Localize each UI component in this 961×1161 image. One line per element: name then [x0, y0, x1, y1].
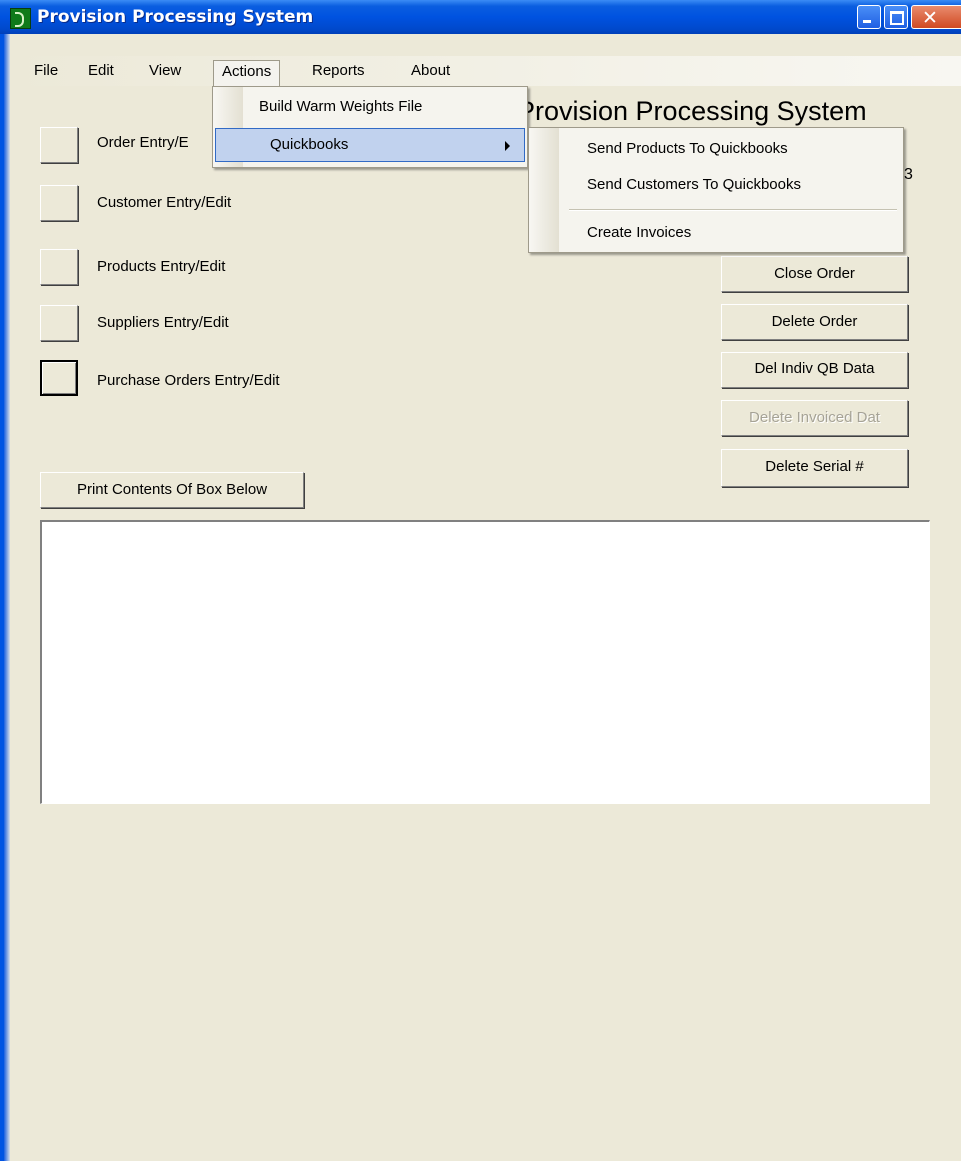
window-left-border-inner [4, 0, 10, 1161]
close-button[interactable]: ✕ [911, 5, 961, 29]
menu-bar: File Edit View Actions Reports About [10, 34, 961, 86]
products-entry-button[interactable] [40, 249, 78, 285]
order-entry-button[interactable] [40, 127, 78, 163]
menu-item-label: Create Invoices [587, 224, 692, 241]
app-window: Provision Processing System ✕ File Edit … [0, 0, 961, 1161]
menu-item-label: Quickbooks [270, 136, 349, 153]
delete-serial-button[interactable]: Delete Serial # [721, 449, 908, 487]
menu-actions[interactable]: Actions [213, 60, 281, 86]
menu-item-label: Send Customers To Quickbooks [587, 176, 801, 193]
order-entry-label: Order Entry/E [97, 134, 189, 151]
menu-item-label: Build Warm Weights File [259, 98, 423, 115]
menu-item-create-invoices[interactable]: Create Invoices [531, 216, 901, 250]
delete-invoiced-data-button[interactable]: Delete Invoiced Dat [721, 400, 908, 436]
minimize-button[interactable] [857, 5, 881, 29]
menu-about[interactable]: About [403, 60, 458, 82]
menu-item-send-products[interactable]: Send Products To Quickbooks [531, 132, 901, 166]
products-entry-label: Products Entry/Edit [97, 258, 226, 275]
menu-edit[interactable]: Edit [80, 60, 122, 82]
side-number: 3 [904, 166, 913, 183]
menu-item-quickbooks[interactable]: Quickbooks [215, 128, 525, 162]
del-indiv-qb-data-button[interactable]: Del Indiv QB Data [721, 352, 908, 388]
delete-order-button[interactable]: Delete Order [721, 304, 908, 340]
output-text-box[interactable] [40, 520, 930, 804]
customer-entry-label: Customer Entry/Edit [97, 194, 232, 211]
purchase-orders-entry-label: Purchase Orders Entry/Edit [97, 372, 280, 389]
close-icon: ✕ [922, 7, 938, 29]
menu-item-label: Send Products To Quickbooks [587, 140, 788, 157]
menu-reports[interactable]: Reports [304, 60, 373, 82]
purchase-orders-entry-button[interactable] [40, 360, 78, 396]
quickbooks-submenu: Send Products To Quickbooks Send Custome… [528, 127, 904, 253]
print-contents-button[interactable]: Print Contents Of Box Below [40, 472, 304, 508]
menu-item-build-warm-weights[interactable]: Build Warm Weights File [215, 90, 525, 124]
menu-separator [569, 209, 897, 211]
close-order-button[interactable]: Close Order [721, 256, 908, 292]
actions-menu: Build Warm Weights File Quickbooks [212, 86, 528, 168]
title-bar[interactable]: Provision Processing System ✕ [0, 0, 961, 34]
submenu-arrow-icon [505, 141, 510, 151]
customer-entry-button[interactable] [40, 185, 78, 221]
menu-view[interactable]: View [141, 60, 189, 82]
menu-file[interactable]: File [26, 60, 66, 82]
suppliers-entry-label: Suppliers Entry/Edit [97, 314, 229, 331]
suppliers-entry-button[interactable] [40, 305, 78, 341]
page-title: Provision Processing System [517, 96, 867, 126]
window-title: Provision Processing System [37, 7, 314, 27]
app-icon[interactable] [10, 8, 31, 29]
maximize-button[interactable] [884, 5, 908, 29]
menu-item-send-customers[interactable]: Send Customers To Quickbooks [531, 168, 901, 202]
